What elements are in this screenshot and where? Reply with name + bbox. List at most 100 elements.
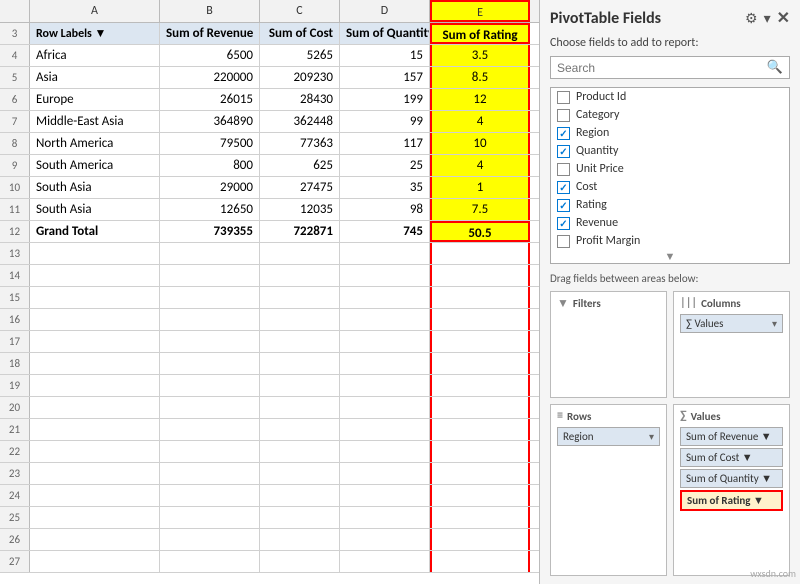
empty-cell[interactable] (430, 309, 530, 330)
empty-cell[interactable] (30, 529, 160, 550)
empty-cell[interactable] (430, 353, 530, 374)
cell-b[interactable]: 220000 (160, 67, 260, 88)
cell-d[interactable]: 35 (340, 177, 430, 198)
cell-b[interactable]: Sum of Revenue (160, 23, 260, 44)
field-checkbox[interactable] (557, 145, 570, 158)
empty-cell[interactable] (430, 375, 530, 396)
cell-e[interactable]: 1 (430, 177, 530, 198)
empty-cell[interactable] (430, 397, 530, 418)
field-checkbox[interactable] (557, 199, 570, 212)
cell-c[interactable]: 362448 (260, 111, 340, 132)
empty-cell[interactable] (160, 353, 260, 374)
cell-b[interactable]: 739355 (160, 221, 260, 242)
empty-cell[interactable] (430, 463, 530, 484)
cell-e[interactable]: 50.5 (430, 221, 530, 242)
empty-cell[interactable] (260, 375, 340, 396)
empty-cell[interactable] (160, 397, 260, 418)
cell-d[interactable]: 99 (340, 111, 430, 132)
cell-d[interactable]: 117 (340, 133, 430, 154)
empty-cell[interactable] (30, 309, 160, 330)
empty-cell[interactable] (340, 353, 430, 374)
empty-cell[interactable] (260, 243, 340, 264)
empty-cell[interactable] (30, 485, 160, 506)
empty-cell[interactable] (260, 529, 340, 550)
values-item[interactable]: Sum of Revenue ▼ (680, 427, 783, 446)
cell-b[interactable]: 26015 (160, 89, 260, 110)
cell-e[interactable]: 3.5 (430, 45, 530, 66)
cell-b[interactable]: 800 (160, 155, 260, 176)
field-item[interactable]: Category (551, 106, 789, 124)
empty-cell[interactable] (30, 397, 160, 418)
cell-a[interactable]: Africa (30, 45, 160, 66)
empty-cell[interactable] (430, 243, 530, 264)
cell-b[interactable]: 6500 (160, 45, 260, 66)
cell-e[interactable]: 10 (430, 133, 530, 154)
cell-b[interactable]: 364890 (160, 111, 260, 132)
empty-cell[interactable] (340, 441, 430, 462)
empty-cell[interactable] (160, 463, 260, 484)
dropdown-icon[interactable]: ▾ (764, 10, 771, 27)
cell-a[interactable]: South Asia (30, 199, 160, 220)
cell-d[interactable]: 15 (340, 45, 430, 66)
empty-cell[interactable] (430, 265, 530, 286)
cell-c[interactable]: 5265 (260, 45, 340, 66)
field-item[interactable]: Product Id (551, 88, 789, 106)
cell-d[interactable]: 157 (340, 67, 430, 88)
empty-cell[interactable] (430, 287, 530, 308)
cell-e[interactable]: 7.5 (430, 199, 530, 220)
empty-cell[interactable] (340, 309, 430, 330)
empty-cell[interactable] (260, 419, 340, 440)
field-checkbox[interactable] (557, 235, 570, 248)
empty-cell[interactable] (340, 287, 430, 308)
cell-c[interactable]: 209230 (260, 67, 340, 88)
col-header-b[interactable]: B (160, 0, 260, 22)
empty-cell[interactable] (30, 265, 160, 286)
empty-cell[interactable] (160, 375, 260, 396)
cell-e[interactable]: Sum of Rating (430, 23, 530, 44)
cell-b[interactable]: 29000 (160, 177, 260, 198)
empty-cell[interactable] (160, 507, 260, 528)
cell-a[interactable]: Grand Total (30, 221, 160, 242)
field-checkbox[interactable] (557, 163, 570, 176)
empty-cell[interactable] (430, 507, 530, 528)
empty-cell[interactable] (430, 419, 530, 440)
field-item[interactable]: Region (551, 124, 789, 142)
col-header-a[interactable]: A (30, 0, 160, 22)
empty-cell[interactable] (30, 287, 160, 308)
columns-item[interactable]: ∑ Values ▾ (680, 314, 783, 333)
cell-e[interactable]: 8.5 (430, 67, 530, 88)
cell-c[interactable]: 625 (260, 155, 340, 176)
col-header-d[interactable]: D (340, 0, 430, 22)
empty-cell[interactable] (430, 529, 530, 550)
gear-icon[interactable]: ⚙ (745, 10, 758, 27)
empty-cell[interactable] (340, 375, 430, 396)
search-input[interactable] (557, 61, 767, 75)
empty-cell[interactable] (30, 463, 160, 484)
scroll-down-arrow[interactable]: ▼ (551, 250, 789, 263)
empty-cell[interactable] (160, 265, 260, 286)
cell-b[interactable]: 79500 (160, 133, 260, 154)
cell-b[interactable]: 12650 (160, 199, 260, 220)
cell-a[interactable]: Row Labels ▼ (30, 23, 160, 44)
cell-c[interactable]: 12035 (260, 199, 340, 220)
empty-cell[interactable] (260, 551, 340, 572)
empty-cell[interactable] (260, 287, 340, 308)
empty-cell[interactable] (340, 485, 430, 506)
cell-d[interactable]: 745 (340, 221, 430, 242)
empty-cell[interactable] (260, 463, 340, 484)
cell-a[interactable]: North America (30, 133, 160, 154)
cell-e[interactable]: 4 (430, 155, 530, 176)
empty-cell[interactable] (260, 507, 340, 528)
empty-cell[interactable] (160, 287, 260, 308)
empty-cell[interactable] (340, 551, 430, 572)
field-item[interactable]: Profit Margin (551, 232, 789, 250)
values-item[interactable]: Sum of Rating ▼ (680, 490, 783, 511)
empty-cell[interactable] (260, 265, 340, 286)
empty-cell[interactable] (430, 551, 530, 572)
empty-cell[interactable] (260, 331, 340, 352)
field-checkbox[interactable] (557, 127, 570, 140)
cell-c[interactable]: 722871 (260, 221, 340, 242)
empty-cell[interactable] (430, 331, 530, 352)
empty-cell[interactable] (160, 309, 260, 330)
empty-cell[interactable] (160, 529, 260, 550)
